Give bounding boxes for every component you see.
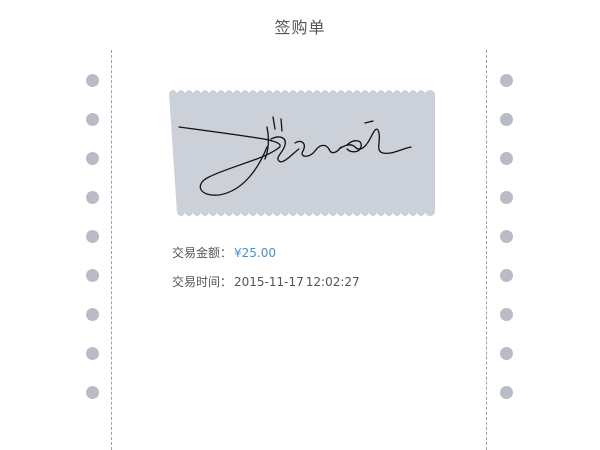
right-perforation-line: [486, 50, 487, 450]
time-clock: 12:02:27: [305, 275, 360, 289]
amount-value: ¥25.00: [234, 246, 277, 260]
perforation-dot: [500, 386, 513, 399]
perforation-dot: [500, 152, 513, 165]
perforation-dot: [500, 191, 513, 204]
perforation-dot: [500, 74, 513, 87]
time-label: 交易时间：: [172, 275, 233, 289]
perforation-dot: [500, 269, 513, 282]
perforation-dot: [500, 230, 513, 243]
perforation-dot: [86, 386, 99, 399]
page-title: 签购单: [274, 18, 326, 37]
transaction-amount-row: 交易金额： ¥25.00: [172, 244, 276, 261]
perforation-dot: [86, 230, 99, 243]
perforation-dot: [86, 74, 99, 87]
perforation-dot: [86, 152, 99, 165]
perforation-dot: [500, 308, 513, 321]
time-date: 2015-11-17: [234, 275, 304, 289]
perforation-dot: [500, 113, 513, 126]
perforation-dot: [86, 113, 99, 126]
perforation-dot: [86, 191, 99, 204]
left-perforation-line: [111, 50, 112, 450]
perforation-dot: [86, 347, 99, 360]
receipt-page: 签购单 交易金额： ¥25.00 交易时间： 2015-11-17 12:02:…: [0, 0, 600, 450]
perforation-dot: [86, 269, 99, 282]
perforation-dot: [86, 308, 99, 321]
perforation-dot: [500, 347, 513, 360]
transaction-time-row: 交易时间： 2015-11-17 12:02:27: [172, 273, 360, 290]
signature-image: [169, 87, 435, 219]
left-perforation-dots: [86, 74, 100, 425]
right-perforation-dots: [500, 74, 514, 425]
amount-label: 交易金额：: [172, 246, 233, 260]
